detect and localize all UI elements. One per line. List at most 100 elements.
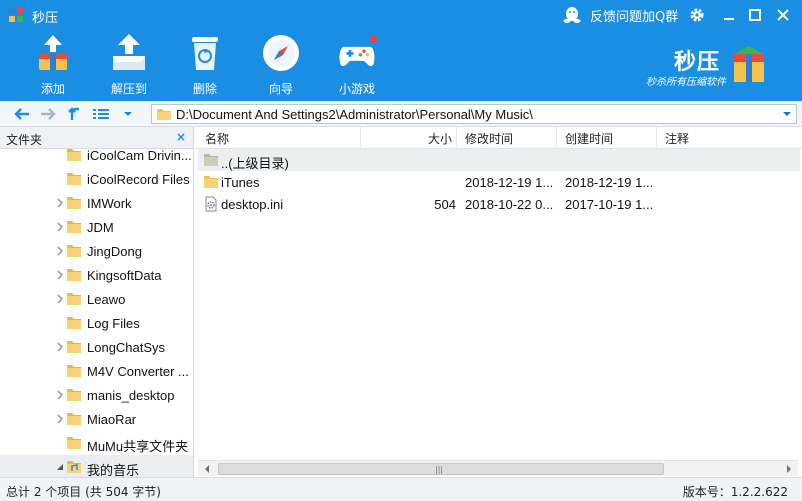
ini-file-icon xyxy=(205,196,217,212)
feedback-link[interactable]: 反馈问题加Q群 xyxy=(562,5,678,25)
horizontal-scrollbar[interactable]: ||| xyxy=(198,460,798,476)
scroll-thumb[interactable]: ||| xyxy=(218,463,664,475)
maximize-icon xyxy=(749,9,761,21)
navigation-bar: D:\Document And Settings2\Administrator\… xyxy=(0,101,802,127)
brand-slogan: 秒杀所有压缩软件 xyxy=(646,77,726,88)
folder-icon xyxy=(67,317,81,329)
folder-tree-item[interactable]: manis_desktop xyxy=(0,383,193,407)
folder-tree-label: JDM xyxy=(87,220,114,235)
brand-banner: 秒压 秒杀所有压缩软件 xyxy=(640,40,790,92)
minimize-icon xyxy=(724,18,734,20)
gamepad-icon xyxy=(339,35,378,67)
view-mode-button[interactable] xyxy=(91,105,111,123)
status-summary: 总计 2 个项目 (共 504 字节) xyxy=(6,485,161,499)
file-size: 504 xyxy=(434,197,456,212)
folder-icon xyxy=(67,197,81,209)
back-button[interactable] xyxy=(12,105,32,123)
address-dropdown-icon[interactable] xyxy=(781,109,793,119)
folder-tree-label: JingDong xyxy=(87,244,142,259)
forward-button[interactable] xyxy=(38,105,58,123)
folder-tree-label: KingsoftData xyxy=(87,268,162,283)
address-path: D:\Document And Settings2\Administrator\… xyxy=(176,106,533,122)
compass-icon xyxy=(263,35,299,71)
folder-tree-label: MiaoRar xyxy=(87,412,137,427)
folder-tree-label: 我的音乐 xyxy=(87,463,140,477)
folder-tree-label: manis_desktop xyxy=(87,388,175,403)
expand-arrow-icon[interactable] xyxy=(56,294,64,304)
folder-tree-item[interactable]: iCoolRecord Files xyxy=(0,167,193,191)
file-modified: 2018-10-22 0... xyxy=(465,197,554,212)
app-header: 秒压 反馈问题加Q群 添加 解压到 删除 向导 小游戏 秒压 秒杀所有压缩软件 xyxy=(0,0,802,101)
folder-tree-item[interactable]: IMWork xyxy=(0,191,193,215)
brand-name: 秒压 xyxy=(674,50,721,75)
file-list: 名称 大小 修改时间 创建时间 注释 ..(上级目录) iTunes 2018-… xyxy=(195,127,802,477)
app-logo-icon xyxy=(9,8,23,22)
chevron-down-icon xyxy=(124,112,132,116)
recycle-bin-icon xyxy=(192,37,218,70)
expand-arrow-icon[interactable] xyxy=(56,222,64,232)
close-button[interactable] xyxy=(772,4,794,26)
sidebar-close-button[interactable]: × xyxy=(176,130,186,144)
qq-penguin-icon xyxy=(563,7,581,23)
add-archive-icon xyxy=(39,35,67,70)
folder-icon xyxy=(67,413,81,425)
delete-label: 删除 xyxy=(192,82,217,96)
expanded-arrow-icon[interactable] xyxy=(56,462,64,472)
folder-tree-item[interactable]: KingsoftData xyxy=(0,263,193,287)
settings-button[interactable] xyxy=(686,4,708,26)
expand-arrow-icon[interactable] xyxy=(56,342,64,352)
wizard-button[interactable]: 向导 xyxy=(249,30,313,98)
column-created[interactable]: 创建时间 xyxy=(557,127,657,149)
title-bar[interactable]: 秒压 反馈问题加Q群 xyxy=(0,0,802,30)
view-mode-dropdown[interactable] xyxy=(118,105,138,123)
column-name[interactable]: 名称 xyxy=(195,127,361,149)
column-header: 名称 大小 修改时间 创建时间 注释 xyxy=(195,127,802,149)
folder-tree-item[interactable]: LongChatSys xyxy=(0,335,193,359)
status-bar: 总计 2 个项目 (共 504 字节) 版本号：1.2.2.622 xyxy=(0,477,802,501)
add-label: 添加 xyxy=(40,82,65,96)
forward-arrow-icon xyxy=(41,108,56,120)
folder-tree-item[interactable]: Leawo xyxy=(0,287,193,311)
minimize-button[interactable] xyxy=(718,4,740,26)
maximize-button[interactable] xyxy=(744,4,766,26)
version-label: 版本号：1.2.2.622 xyxy=(682,485,788,499)
file-row-itunes[interactable]: iTunes 2018-12-19 1... 2018-12-19 1... xyxy=(198,171,800,193)
folder-tree-label: LongChatSys xyxy=(87,340,166,355)
file-row-desktop-ini[interactable]: desktop.ini 504 2018-10-22 0... 2017-10-… xyxy=(198,193,800,215)
scroll-left-icon[interactable] xyxy=(202,464,212,474)
expand-arrow-icon[interactable] xyxy=(56,198,64,208)
address-bar[interactable]: D:\Document And Settings2\Administrator\… xyxy=(151,104,797,124)
folder-tree-item[interactable]: 我的音乐 xyxy=(0,455,193,477)
folder-icon xyxy=(67,365,81,377)
scroll-right-icon[interactable] xyxy=(784,464,794,474)
up-level-button[interactable] xyxy=(64,105,84,123)
music-folder-icon xyxy=(67,461,81,473)
file-row-parent[interactable]: ..(上级目录) xyxy=(198,149,800,171)
folder-tree-label: Log Files xyxy=(87,316,140,331)
folder-tree-item[interactable]: Log Files xyxy=(0,311,193,335)
folder-tree-item[interactable]: MiaoRar xyxy=(0,407,193,431)
delete-button[interactable]: 删除 xyxy=(173,30,237,98)
extract-button[interactable]: 解压到 xyxy=(97,30,161,98)
folder-tree: iCoolCam Drivin... iCoolRecord Files IMWor… xyxy=(0,143,193,477)
folder-tree-item[interactable]: JDM xyxy=(0,215,193,239)
column-modified[interactable]: 修改时间 xyxy=(457,127,557,149)
expand-arrow-icon[interactable] xyxy=(56,414,64,424)
expand-arrow-icon[interactable] xyxy=(56,390,64,400)
minigame-button[interactable]: 小游戏 xyxy=(325,30,389,98)
folder-tree-label: Leawo xyxy=(87,292,126,307)
window-title: 秒压 xyxy=(32,11,59,26)
folder-tree-item[interactable]: JingDong xyxy=(0,239,193,263)
add-button[interactable]: 添加 xyxy=(21,30,85,98)
expand-arrow-icon[interactable] xyxy=(56,246,64,256)
file-modified: 2018-12-19 1... xyxy=(465,175,554,190)
folder-icon xyxy=(67,341,81,353)
column-comment[interactable]: 注释 xyxy=(657,127,802,149)
folder-tree-label: MuMu共享文件夹 xyxy=(87,439,189,454)
folder-icon xyxy=(67,245,81,257)
folder-tree-item[interactable]: MuMu共享文件夹 xyxy=(0,431,193,455)
column-size[interactable]: 大小 xyxy=(361,127,457,149)
minigame-label: 小游戏 xyxy=(338,82,375,96)
folder-tree-item[interactable]: M4V Converter ... xyxy=(0,359,193,383)
expand-arrow-icon[interactable] xyxy=(56,270,64,280)
